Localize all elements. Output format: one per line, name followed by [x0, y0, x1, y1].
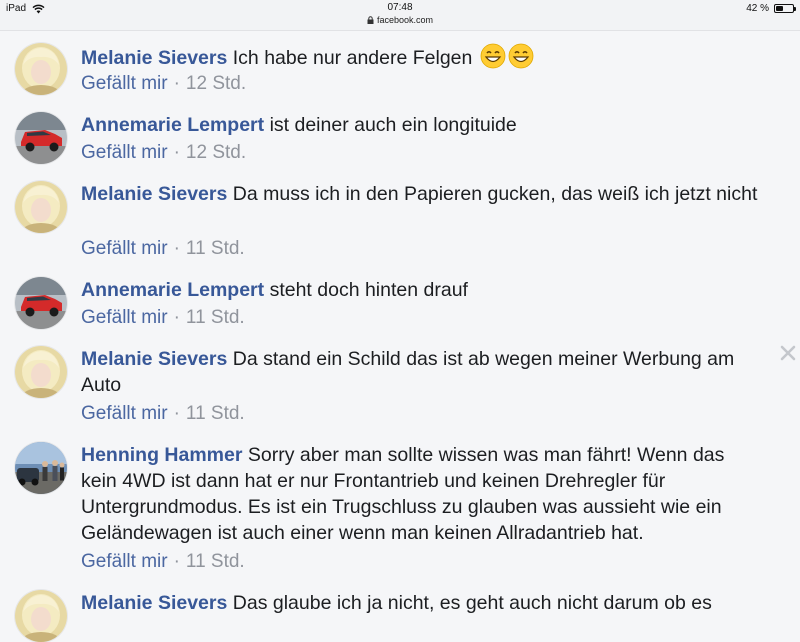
battery-icon [774, 4, 796, 13]
like-link[interactable]: Gefällt mir [81, 403, 168, 425]
comment-body: Annemarie Lempert steht doch hinten drau… [81, 277, 761, 303]
comment-time[interactable]: 11 Std. [186, 307, 245, 329]
comment-body: Annemarie Lempert ist deiner auch ein lo… [81, 112, 761, 138]
clock: 07:48 [387, 2, 413, 13]
comment-body: Melanie Sievers Da muss ich in den Papie… [81, 181, 761, 207]
comment-text: ist deiner auch ein longituide [269, 114, 517, 136]
blonde-woman-avatar-icon [15, 43, 67, 95]
avatar[interactable] [15, 181, 67, 233]
avatar[interactable] [15, 590, 67, 642]
comment-author[interactable]: Melanie Sievers [81, 592, 227, 614]
comment-time[interactable]: 12 Std. [186, 142, 246, 164]
battery-percent: 42 % [746, 3, 769, 14]
comment-author[interactable]: Melanie Sievers [81, 183, 227, 205]
grinning-face-emoji-icon [480, 43, 506, 69]
comment-time[interactable]: 12 Std. [186, 73, 246, 95]
status-bar: iPad 07:48 facebook.com 42 % [0, 0, 800, 31]
comment-text: Das glaube ich ja nicht, es geht auch ni… [232, 592, 712, 614]
comment-text: Ich habe nur andere Felgen [232, 47, 473, 69]
avatar[interactable] [15, 112, 67, 164]
comment-author[interactable]: Annemarie Lempert [81, 114, 264, 136]
comment-author[interactable]: Henning Hammer [81, 444, 242, 466]
comment-meta: Gefällt mir · 12 Std. [81, 73, 246, 95]
comment-author[interactable]: Annemarie Lempert [81, 279, 264, 301]
avatar[interactable] [15, 43, 67, 95]
battery-level [776, 6, 783, 11]
lock-icon [367, 16, 374, 24]
group-photo-avatar-icon [15, 442, 67, 494]
address-bar[interactable]: facebook.com [0, 15, 800, 25]
comment-meta: Gefällt mir · 12 Std. [81, 142, 246, 164]
comment-time[interactable]: 11 Std. [186, 238, 245, 260]
avatar[interactable] [15, 277, 67, 329]
like-link[interactable]: Gefällt mir [81, 551, 168, 573]
comment-body: Melanie Sievers Das glaube ich ja nicht,… [81, 590, 800, 616]
red-car-avatar-icon [15, 277, 67, 329]
comment-meta: Gefällt mir · 11 Std. [81, 238, 245, 260]
comment-body: Melanie Sievers Ich habe nur andere Felg… [81, 43, 761, 71]
avatar[interactable] [15, 442, 67, 494]
comment-author[interactable]: Melanie Sievers [81, 47, 227, 69]
close-icon[interactable] [779, 344, 797, 362]
meta-separator: · [173, 403, 180, 424]
blonde-woman-avatar-icon [15, 346, 67, 398]
status-right: 42 % [746, 3, 796, 14]
grinning-face-emoji-icon [508, 43, 534, 69]
meta-separator: · [173, 307, 180, 328]
comment-time[interactable]: 11 Std. [186, 403, 245, 425]
avatar[interactable] [15, 346, 67, 398]
meta-separator: · [173, 238, 180, 259]
like-link[interactable]: Gefällt mir [81, 73, 168, 95]
comment-body: Melanie Sievers Da stand ein Schild das … [81, 346, 761, 398]
comment-meta: Gefällt mir · 11 Std. [81, 551, 245, 573]
red-car-avatar-icon [15, 112, 67, 164]
blonde-woman-avatar-icon [15, 181, 67, 233]
comment-author[interactable]: Melanie Sievers [81, 348, 227, 370]
like-link[interactable]: Gefällt mir [81, 142, 168, 164]
comment-meta: Gefällt mir · 11 Std. [81, 307, 245, 329]
comment-text: steht doch hinten drauf [269, 279, 468, 301]
comment-time[interactable]: 11 Std. [186, 551, 245, 573]
like-link[interactable]: Gefällt mir [81, 307, 168, 329]
like-link[interactable]: Gefällt mir [81, 238, 168, 260]
url-text: facebook.com [376, 15, 434, 25]
meta-separator: · [173, 551, 180, 572]
blonde-woman-avatar-icon [15, 590, 67, 642]
meta-separator: · [173, 73, 180, 94]
comment-body: Henning Hammer Sorry aber man sollte wis… [81, 442, 761, 546]
meta-separator: · [173, 142, 180, 163]
comment-meta: Gefällt mir · 11 Std. [81, 403, 245, 425]
comment-text: Da muss ich in den Papieren gucken, das … [232, 183, 758, 205]
